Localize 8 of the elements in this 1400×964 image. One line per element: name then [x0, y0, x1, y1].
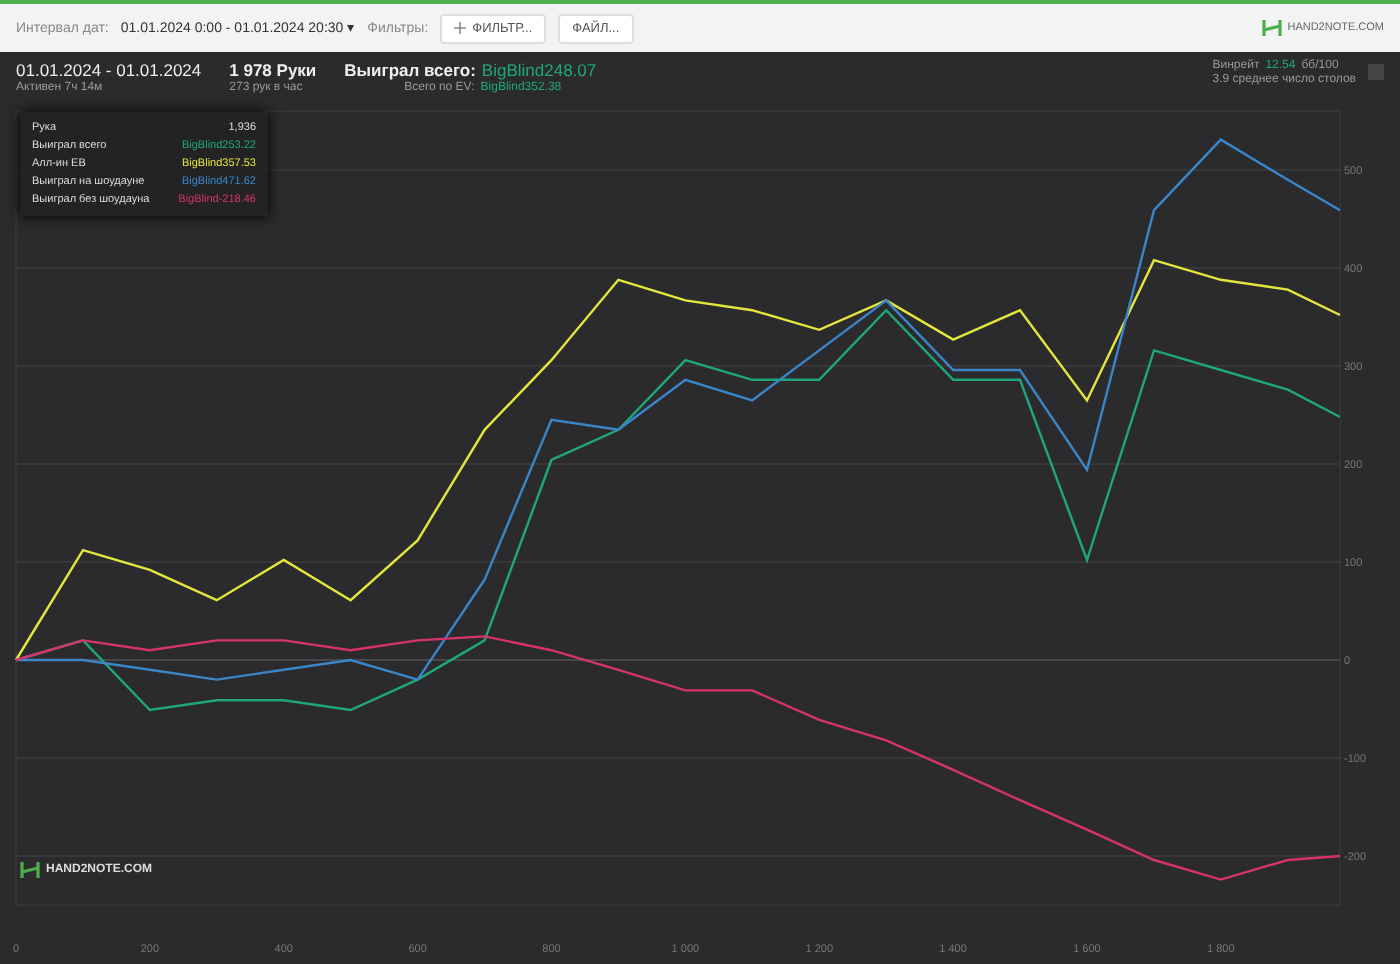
logo-icon — [20, 860, 40, 880]
logo-icon — [1261, 18, 1282, 38]
hands-count: 1 978 Руки — [229, 60, 317, 80]
plus-icon — [454, 22, 467, 34]
period-text: 01.01.2024 - 01.01.2024 — [16, 60, 202, 80]
won-label: Выиграл всего: — [344, 60, 476, 80]
won-value: BigBlind248.07 — [481, 60, 597, 80]
settings-button[interactable] — [1368, 64, 1384, 80]
